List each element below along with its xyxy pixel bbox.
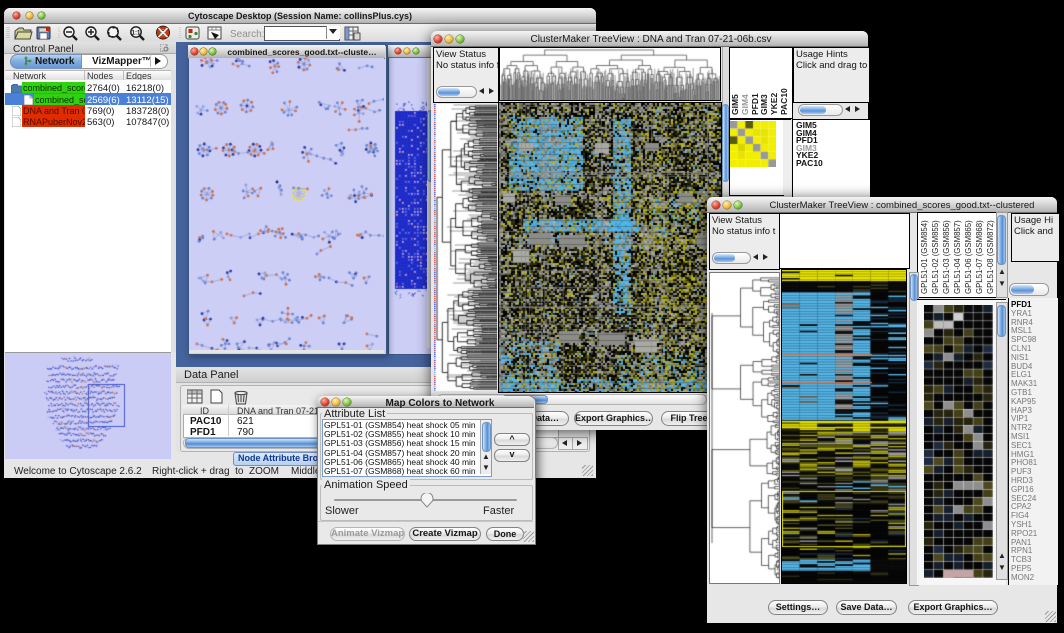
svg-text:GPL51-07 (GSM868): GPL51-07 (GSM868) xyxy=(975,220,984,294)
svg-text:GPL51-04 (GSM857): GPL51-04 (GSM857) xyxy=(953,220,962,294)
svg-text:GPL51-02 (GSM855): GPL51-02 (GSM855) xyxy=(931,220,940,294)
svg-text:YKE2: YKE2 xyxy=(769,93,779,115)
svg-text:1:1: 1:1 xyxy=(132,31,141,37)
svg-text:GPL51-03 (GSM856): GPL51-03 (GSM856) xyxy=(942,220,951,294)
svg-text:GPL51-01 (GSM854): GPL51-01 (GSM854) xyxy=(920,220,929,294)
svg-text:GPL51-06 (GSM865): GPL51-06 (GSM865) xyxy=(964,220,973,294)
svg-text:PAC10: PAC10 xyxy=(779,88,789,115)
svg-text:GIM3: GIM3 xyxy=(759,94,769,115)
svg-text:GPL51-08 (GSM872): GPL51-08 (GSM872) xyxy=(986,220,995,294)
svg-text:GIM4: GIM4 xyxy=(740,94,750,115)
svg-text:GIM5: GIM5 xyxy=(730,94,740,115)
